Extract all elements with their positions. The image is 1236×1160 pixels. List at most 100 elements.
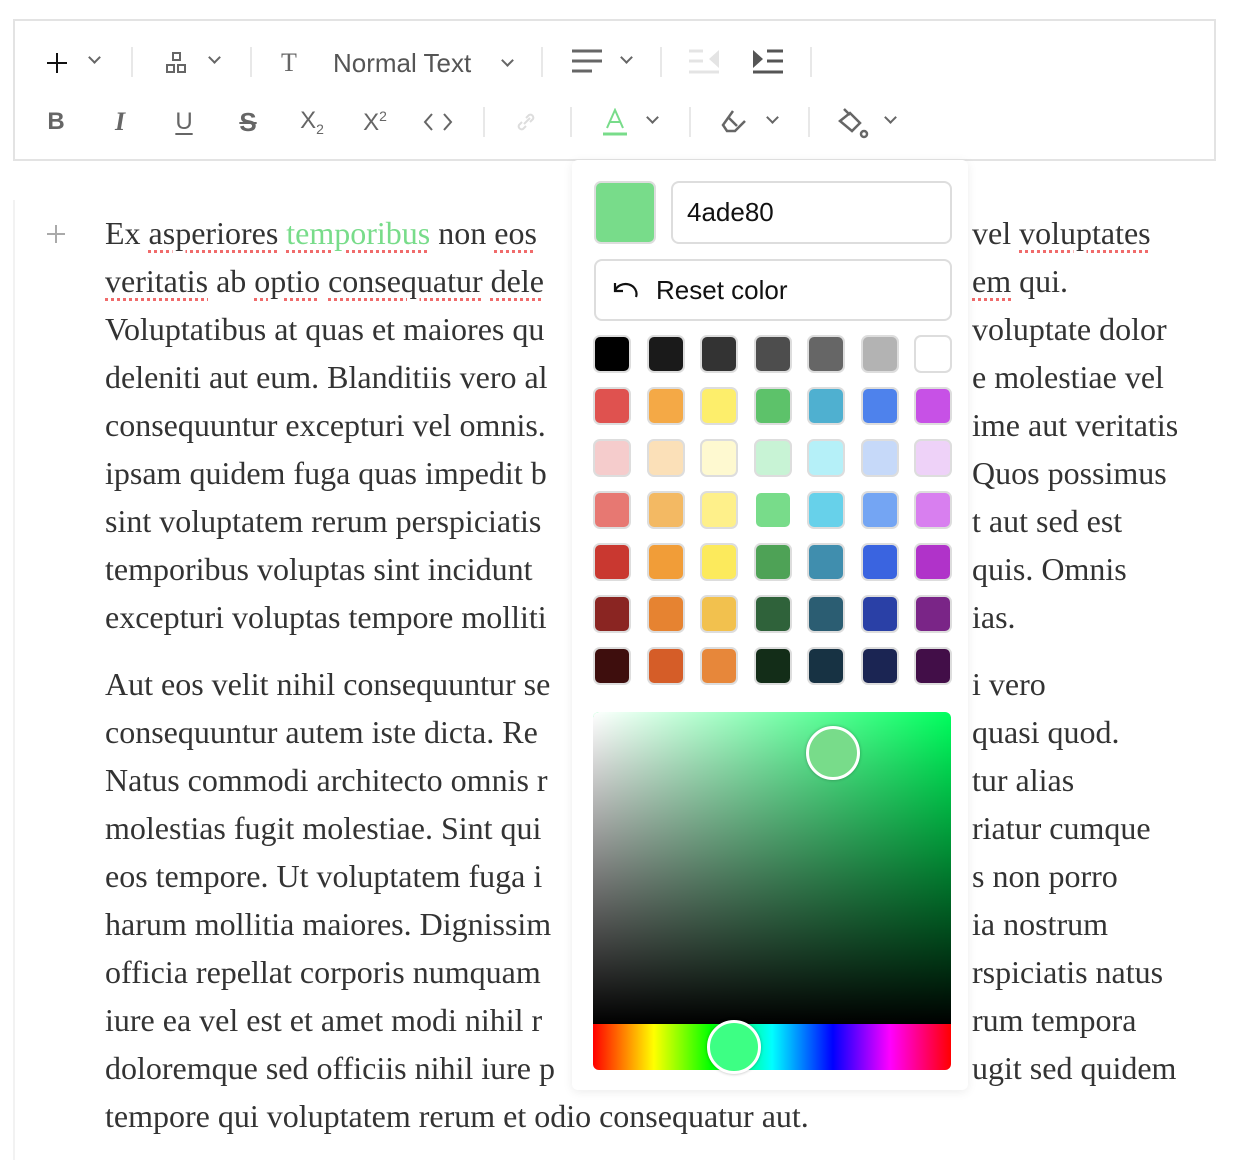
- divider: [541, 47, 543, 77]
- color-swatch[interactable]: [593, 439, 631, 477]
- color-swatch[interactable]: [700, 595, 738, 633]
- color-swatch[interactable]: [860, 387, 899, 425]
- color-swatch[interactable]: [593, 543, 631, 581]
- color-swatch[interactable]: [646, 595, 685, 633]
- color-swatch[interactable]: [753, 543, 792, 581]
- color-swatch[interactable]: [807, 491, 845, 529]
- color-swatch[interactable]: [593, 491, 631, 529]
- color-swatch[interactable]: [860, 647, 899, 685]
- subscript-button[interactable]: X2: [295, 106, 329, 138]
- color-swatch[interactable]: [753, 491, 792, 529]
- align-button[interactable]: [569, 46, 605, 76]
- text-color-button[interactable]: [599, 106, 631, 138]
- text-line: tempore qui voluptatem rerum et odio con…: [105, 1098, 809, 1134]
- color-swatch[interactable]: [593, 595, 631, 633]
- hue-thumb[interactable]: [707, 1020, 762, 1074]
- chevron-down-icon: [766, 111, 779, 124]
- link-button[interactable]: [509, 106, 543, 138]
- color-swatch[interactable]: [807, 595, 845, 633]
- text-segment: excepturi voluptas tempore molliti: [105, 599, 547, 635]
- align-dropdown[interactable]: [617, 51, 637, 71]
- color-swatch[interactable]: [753, 335, 792, 373]
- align-left-icon: [572, 49, 602, 73]
- color-swatch[interactable]: [860, 335, 899, 373]
- highlight-dropdown[interactable]: [763, 111, 783, 131]
- strikethrough-button[interactable]: S: [233, 106, 263, 138]
- text-segment: deleniti aut eum. Blanditiis vero al: [105, 359, 548, 395]
- add-block-plus-icon[interactable]: [46, 224, 66, 244]
- color-swatch[interactable]: [914, 439, 952, 477]
- color-swatch[interactable]: [646, 647, 685, 685]
- color-swatch[interactable]: [753, 387, 792, 425]
- color-swatch[interactable]: [593, 647, 631, 685]
- saturation-thumb[interactable]: [805, 725, 860, 780]
- color-swatch[interactable]: [700, 335, 738, 373]
- text-segment: temporibus voluptas sint incidunt: [105, 551, 533, 587]
- color-swatch[interactable]: [646, 439, 685, 477]
- color-swatch[interactable]: [914, 387, 952, 425]
- insert-button[interactable]: [41, 48, 73, 78]
- color-swatch[interactable]: [807, 543, 845, 581]
- color-swatch[interactable]: [700, 387, 738, 425]
- outdent-button[interactable]: [687, 46, 721, 76]
- block-insert-button[interactable]: [161, 48, 193, 78]
- color-swatch[interactable]: [753, 595, 792, 633]
- background-color-button[interactable]: [835, 106, 871, 140]
- underline-button[interactable]: U: [169, 106, 199, 138]
- text-segment: qui.: [1011, 263, 1068, 299]
- undo-icon: [613, 282, 638, 298]
- color-swatch[interactable]: [700, 543, 738, 581]
- color-swatch[interactable]: [646, 491, 685, 529]
- color-swatch[interactable]: [807, 387, 845, 425]
- superscript-button[interactable]: X2: [358, 106, 392, 138]
- colored-text: temporibus: [286, 215, 431, 251]
- color-swatch[interactable]: [593, 335, 631, 373]
- color-swatch[interactable]: [860, 595, 899, 633]
- reset-color-button[interactable]: Reset color: [594, 259, 952, 321]
- color-swatch[interactable]: [593, 387, 631, 425]
- color-swatch[interactable]: [700, 439, 738, 477]
- color-palette: [593, 335, 952, 685]
- color-swatch[interactable]: [700, 647, 738, 685]
- color-swatch[interactable]: [646, 387, 685, 425]
- color-swatch[interactable]: [646, 335, 685, 373]
- text-segment: ias.: [972, 599, 1016, 635]
- bold-button[interactable]: B: [41, 106, 71, 138]
- code-button[interactable]: [421, 106, 455, 138]
- text-color-dropdown[interactable]: [643, 111, 663, 131]
- highlight-button[interactable]: [717, 106, 751, 138]
- text-line: ias.: [972, 593, 1016, 641]
- block-insert-dropdown[interactable]: [205, 51, 225, 71]
- color-swatch[interactable]: [914, 647, 952, 685]
- background-color-dropdown[interactable]: [881, 111, 901, 131]
- color-swatch[interactable]: [700, 491, 738, 529]
- color-swatch[interactable]: [753, 647, 792, 685]
- indent-button[interactable]: [751, 46, 785, 76]
- hex-color-input[interactable]: [671, 181, 952, 244]
- hue-slider[interactable]: [593, 1024, 951, 1070]
- color-swatch[interactable]: [807, 335, 845, 373]
- color-swatch[interactable]: [914, 335, 952, 373]
- color-swatch[interactable]: [807, 439, 845, 477]
- paint-bucket-icon: [838, 108, 869, 139]
- insert-dropdown[interactable]: [85, 51, 105, 71]
- text-line: Ex asperiores temporibus non eos: [105, 209, 589, 257]
- color-swatch[interactable]: [807, 647, 845, 685]
- chevron-down-icon: [884, 111, 897, 124]
- chevron-down-icon: [620, 51, 633, 64]
- saturation-brightness-area[interactable]: [593, 712, 951, 1024]
- block-type-select[interactable]: T Normal Text: [281, 43, 521, 83]
- color-swatch[interactable]: [914, 491, 952, 529]
- color-picker-popup: Reset color: [572, 160, 968, 1090]
- text-line: temporibus voluptas sint incidunt: [105, 545, 589, 593]
- divider: [808, 107, 810, 137]
- color-swatch[interactable]: [646, 543, 685, 581]
- text-line: consequuntur excepturi vel omnis.: [105, 401, 589, 449]
- color-swatch[interactable]: [860, 439, 899, 477]
- color-swatch[interactable]: [860, 543, 899, 581]
- color-swatch[interactable]: [860, 491, 899, 529]
- color-swatch[interactable]: [753, 439, 792, 477]
- color-swatch[interactable]: [914, 543, 952, 581]
- color-swatch[interactable]: [914, 595, 952, 633]
- italic-button[interactable]: I: [105, 106, 135, 138]
